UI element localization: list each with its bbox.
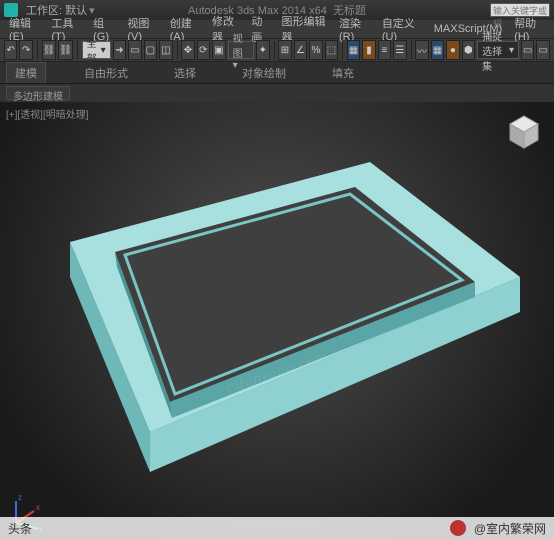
frame-object[interactable] — [0, 102, 554, 539]
render-setup-button[interactable]: ⬢ — [462, 40, 475, 60]
redo-button[interactable]: ↷ — [19, 40, 32, 60]
select-button[interactable]: ➜ — [113, 40, 126, 60]
ribbon-tab-populate[interactable]: 填充 — [324, 63, 362, 83]
chevron-down-icon: ▾ — [101, 45, 106, 56]
select-region-button[interactable]: ▢ — [144, 40, 157, 60]
snap-toggle-button[interactable]: ⊞ — [278, 40, 291, 60]
menubar: 编辑(E) 工具(T) 组(G) 视图(V) 创建(A) 修改器 动画 图形编辑… — [0, 20, 554, 38]
pivot-button[interactable]: ✦ — [256, 40, 269, 60]
unlink-button[interactable]: ⛓ — [58, 40, 73, 60]
menu-create[interactable]: 创建(A) — [165, 15, 205, 43]
named-selection-dropdown[interactable]: 捕捉选择集 ▾ — [477, 41, 519, 59]
angle-snap-button[interactable]: ∠ — [294, 40, 307, 60]
separator — [37, 41, 38, 59]
schematic-button[interactable]: ▦ — [431, 40, 444, 60]
rotate-button[interactable]: ⟳ — [197, 40, 210, 60]
curve-editor-button[interactable]: 〰 — [415, 40, 428, 60]
footer-right: @室内繁荣网 — [474, 520, 546, 537]
ref-coord-dropdown[interactable]: 视图 ▾ — [228, 41, 255, 59]
spinner-snap-button[interactable]: ⬚ — [325, 40, 338, 60]
ribbon-tab-modeling[interactable]: 建模 — [6, 62, 46, 83]
layers-button[interactable]: ☰ — [393, 40, 406, 60]
menu-edit[interactable]: 编辑(E) — [4, 15, 44, 43]
undo-button[interactable]: ↶ — [4, 40, 17, 60]
footer-left: 头条 — [8, 520, 32, 537]
footer-overlay: 头条 @室内繁荣网 — [0, 517, 554, 539]
ribbon: 建模 自由形式 选择 对象绘制 填充 — [0, 62, 554, 84]
separator — [342, 41, 343, 59]
selection-filter-dropdown[interactable]: 全部▾ — [82, 41, 111, 59]
misc2-button[interactable]: ▭ — [536, 40, 549, 60]
select-name-button[interactable]: ▭ — [128, 40, 141, 60]
separator — [77, 41, 78, 59]
menu-tools[interactable]: 工具(T) — [46, 15, 86, 43]
viewport-perspective[interactable]: [+][透视][明暗处理] cifanrong.com z x y 头条 — [0, 102, 554, 539]
menu-render[interactable]: 渲染(R) — [334, 15, 375, 43]
svg-text:x: x — [36, 503, 40, 512]
ribbon-tab-selection[interactable]: 选择 — [166, 63, 204, 83]
percent-snap-button[interactable]: % — [309, 40, 322, 60]
menu-custom[interactable]: 自定义(U) — [377, 15, 427, 43]
window-crossing-button[interactable]: ◫ — [159, 40, 172, 60]
ribbon-tab-paint[interactable]: 对象绘制 — [234, 63, 294, 83]
material-button[interactable]: ● — [446, 40, 459, 60]
ribbon-tab-freeform[interactable]: 自由形式 — [76, 63, 136, 83]
separator — [411, 41, 412, 59]
move-button[interactable]: ✥ — [181, 40, 194, 60]
separator — [274, 41, 275, 59]
align-button[interactable]: ≡ — [378, 40, 391, 60]
scale-button[interactable]: ▣ — [212, 40, 225, 60]
separator — [177, 41, 178, 59]
avatar-icon — [450, 520, 466, 536]
mirror-button[interactable]: ▮ — [362, 40, 375, 60]
menu-help[interactable]: 帮助(H) — [509, 15, 550, 43]
subribbon: 多边形建模 — [0, 84, 554, 102]
link-button[interactable]: ⛓ — [42, 40, 57, 60]
named-sets-button[interactable]: ▦ — [347, 40, 360, 60]
menu-view[interactable]: 视图(V) — [122, 15, 162, 43]
misc-button[interactable]: ▭ — [521, 40, 534, 60]
svg-text:z: z — [18, 493, 22, 502]
panel-polymodeling[interactable]: 多边形建模 — [6, 86, 70, 100]
